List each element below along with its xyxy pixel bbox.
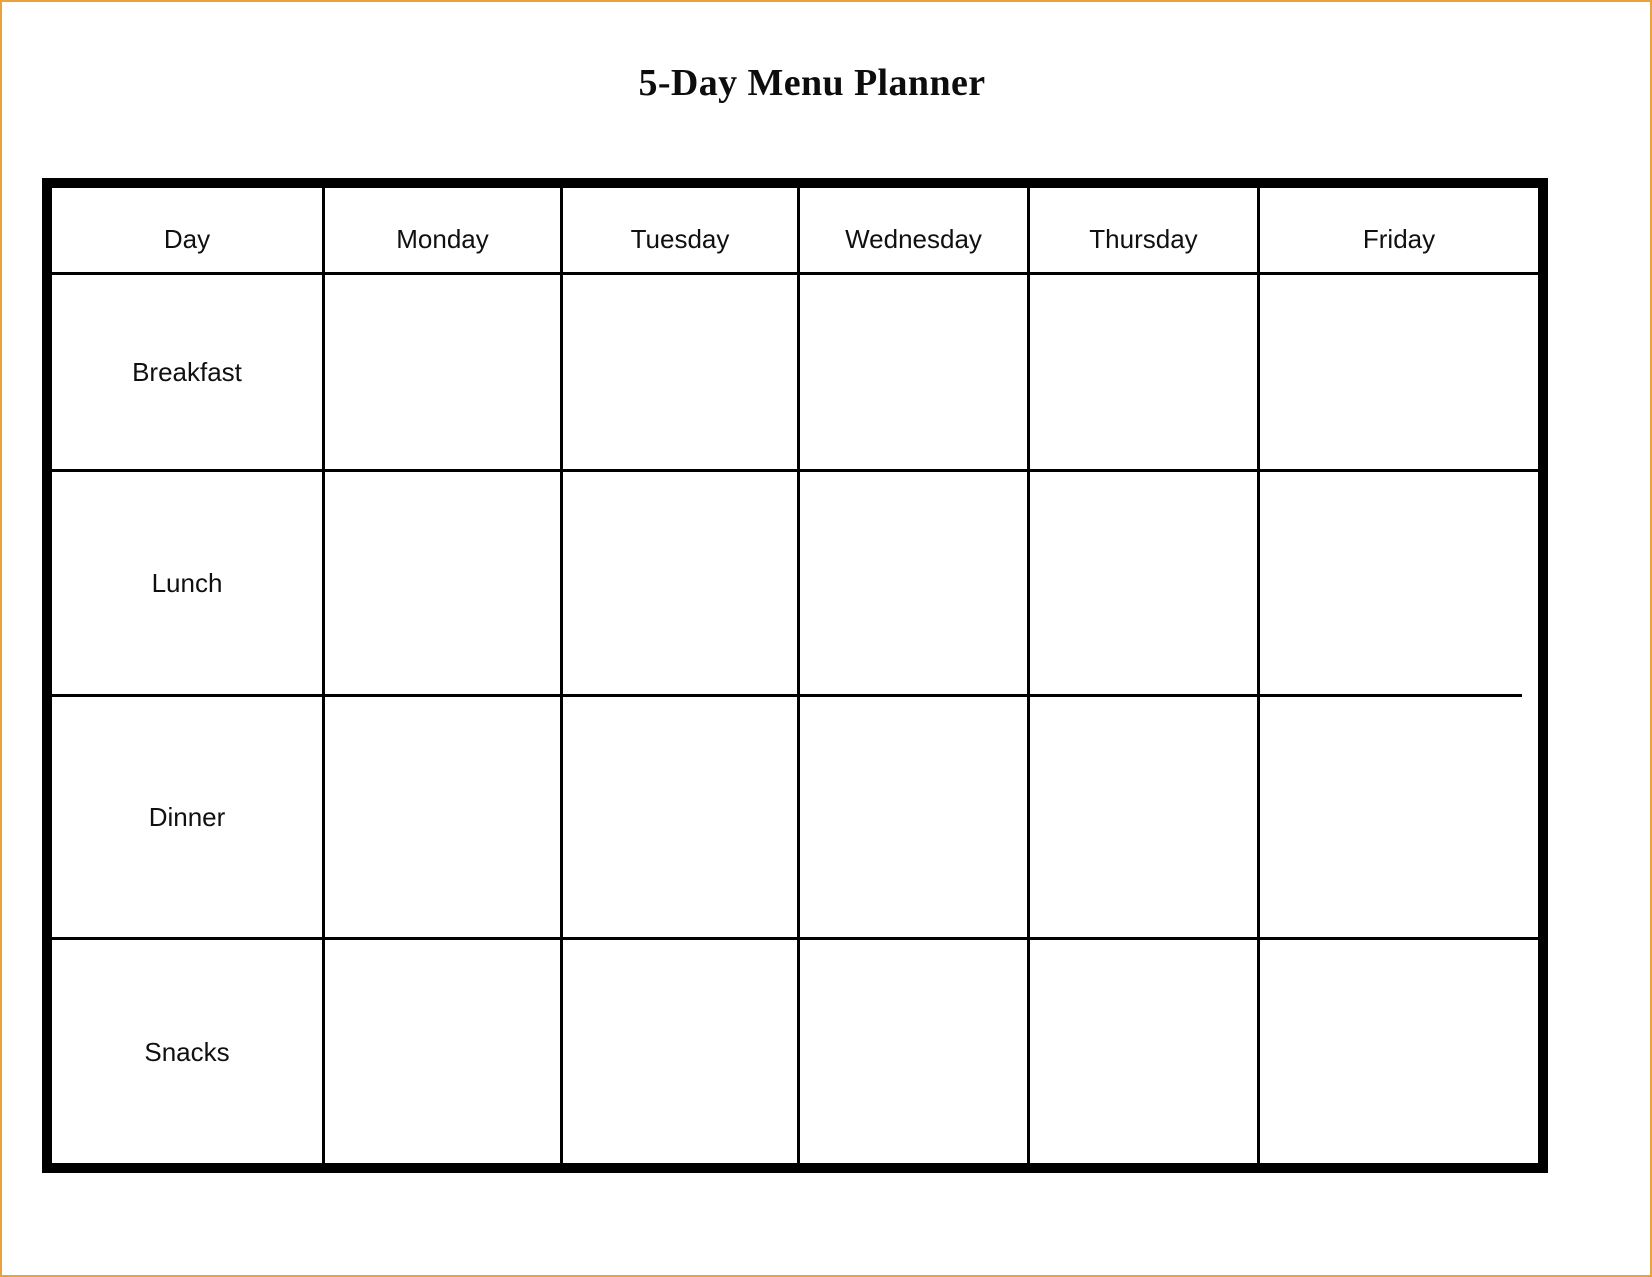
table-cell-dinner-wednesday[interactable]	[800, 697, 1027, 937]
row-header-snacks: Snacks	[52, 940, 322, 1163]
menu-planner-table: Day Monday Tuesday Wednesday Thursday Fr…	[42, 178, 1548, 1173]
column-header-day: Day	[52, 188, 322, 272]
column-header-label: Day	[163, 224, 211, 254]
column-header-monday: Monday	[325, 188, 560, 272]
page-title: 5-Day Menu Planner	[638, 62, 986, 104]
column-header-wednesday: Wednesday	[800, 188, 1027, 272]
table-cell-lunch-tuesday[interactable]	[563, 472, 797, 694]
table-cell-breakfast-tuesday[interactable]	[563, 275, 797, 469]
table-cell-dinner-thursday[interactable]	[1030, 697, 1257, 937]
menu-planner-page: 5-Day Menu Planner Day Monday Tuesday We…	[0, 0, 1652, 1277]
row-header-lunch: Lunch	[52, 472, 322, 694]
table-cell-lunch-thursday[interactable]	[1030, 472, 1257, 694]
row-header-label: Breakfast	[132, 357, 242, 387]
row-header-label: Dinner	[148, 802, 226, 832]
table-cell-breakfast-thursday[interactable]	[1030, 275, 1257, 469]
table-cell-snacks-thursday[interactable]	[1030, 940, 1257, 1163]
table-cell-lunch-friday[interactable]	[1260, 472, 1538, 694]
table-cell-lunch-wednesday[interactable]	[800, 472, 1027, 694]
column-header-thursday: Thursday	[1030, 188, 1257, 272]
table-grid: Day Monday Tuesday Wednesday Thursday Fr…	[52, 188, 1538, 1163]
row-header-label: Snacks	[144, 1036, 230, 1067]
column-header-label: Tuesday	[630, 224, 730, 254]
row-header-label: Lunch	[151, 568, 223, 598]
table-cell-dinner-friday[interactable]	[1260, 697, 1538, 937]
column-header-friday: Friday	[1260, 188, 1538, 272]
table-cell-breakfast-monday[interactable]	[325, 275, 560, 469]
row-header-dinner: Dinner	[52, 697, 322, 937]
column-header-tuesday: Tuesday	[563, 188, 797, 272]
table-cell-snacks-tuesday[interactable]	[563, 940, 797, 1163]
table-cell-breakfast-friday[interactable]	[1260, 275, 1538, 469]
table-cell-snacks-monday[interactable]	[325, 940, 560, 1163]
column-header-label: Thursday	[1089, 224, 1198, 254]
table-cell-snacks-friday[interactable]	[1260, 940, 1538, 1163]
row-header-breakfast: Breakfast	[52, 275, 322, 469]
column-header-label: Wednesday	[845, 224, 982, 254]
table-cell-breakfast-wednesday[interactable]	[800, 275, 1027, 469]
table-cell-dinner-monday[interactable]	[325, 697, 560, 937]
column-header-label: Monday	[396, 224, 489, 254]
column-header-label: Friday	[1362, 224, 1436, 254]
table-cell-dinner-tuesday[interactable]	[563, 697, 797, 937]
table-cell-snacks-wednesday[interactable]	[800, 940, 1027, 1163]
table-cell-lunch-monday[interactable]	[325, 472, 560, 694]
